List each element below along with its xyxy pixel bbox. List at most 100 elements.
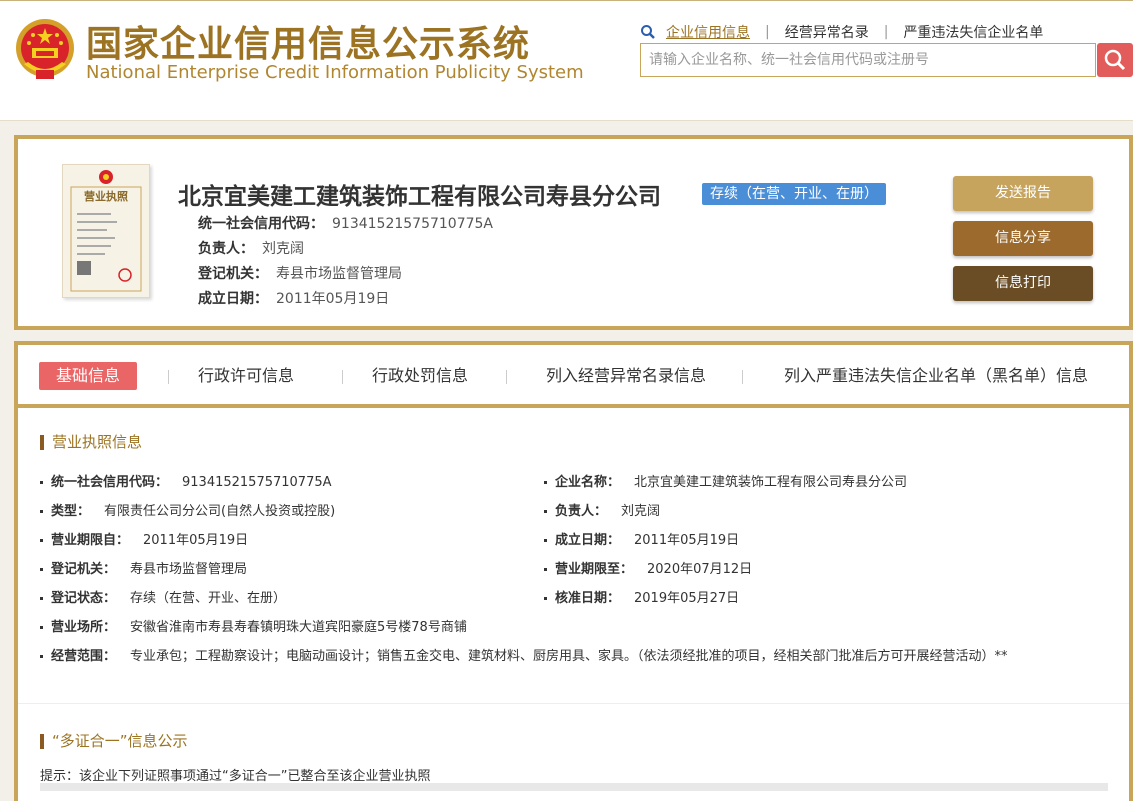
field-label: 负责人： (555, 504, 608, 519)
field-term-from: 营业期限自： 2011年05月19日 (40, 529, 248, 548)
bullet (544, 481, 547, 484)
info-label: 登记机关： (198, 266, 268, 282)
bullet (544, 568, 547, 571)
field-value: 专业承包；工程勘察设计；电脑动画设计；销售五金交电、建筑材料、厨房用具、家具。（… (130, 649, 1008, 664)
tab-separator (168, 370, 169, 384)
field-label: 经营范围： (51, 649, 117, 664)
field-established: 成立日期： 2011年05月19日 (544, 529, 739, 548)
nav-separator: | (765, 24, 770, 40)
tab-bar: 基础信息 行政许可信息 行政处罚信息 列入经营异常名录信息 列入严重违法失信企业… (18, 345, 1129, 403)
field-label: 登记状态： (51, 591, 117, 606)
send-report-button[interactable]: 发送报告 (953, 176, 1093, 211)
info-established: 成立日期： 2011年05月19日 (198, 288, 389, 308)
tab-basic-info[interactable]: 基础信息 (39, 362, 138, 390)
header-divider (0, 120, 1133, 121)
bullet (544, 539, 547, 542)
field-value: 刘克阔 (621, 504, 661, 519)
bullet (544, 597, 547, 600)
bullet (40, 626, 43, 629)
field-company-name: 企业名称： 北京宜美建工建筑装饰工程有限公司寿县分公司 (544, 471, 907, 490)
multi-cert-table-header (40, 783, 1108, 791)
search-button[interactable] (1097, 43, 1133, 77)
nav-link-abnormal-list[interactable]: 经营异常名录 (785, 22, 869, 42)
search-icon (1104, 49, 1126, 71)
share-info-button[interactable]: 信息分享 (953, 221, 1093, 256)
license-document-icon (70, 170, 142, 292)
info-value: 91341521575710775A (332, 216, 493, 232)
field-value: 2020年07月12日 (647, 562, 753, 577)
field-value: 北京宜美建工建筑装饰工程有限公司寿县分公司 (634, 475, 908, 490)
field-label: 营业期限自： (51, 533, 130, 548)
bullet (40, 597, 43, 600)
tab-abnormal-list[interactable]: 列入经营异常名录信息 (546, 362, 706, 390)
print-info-button[interactable]: 信息打印 (953, 266, 1093, 301)
info-principal: 负责人： 刘克阔 (198, 238, 304, 258)
field-value: 2011年05月19日 (634, 533, 740, 548)
magnifier-icon (641, 25, 655, 39)
site-title-en: National Enterprise Credit Information P… (86, 62, 584, 83)
business-license-image[interactable]: 营业执照 (62, 164, 150, 298)
field-value: 寿县市场监督管理局 (130, 562, 248, 577)
field-status: 登记状态： 存续（在营、开业、在册） (40, 587, 286, 606)
info-value: 2011年05月19日 (276, 291, 390, 307)
field-value: 2019年05月27日 (634, 591, 740, 606)
nav-link-credit-info[interactable]: 企业信用信息 (666, 22, 750, 42)
top-nav: 企业信用信息 | 经营异常名录 | 严重违法失信企业名单 (640, 22, 1043, 42)
bullet (40, 481, 43, 484)
bullet (40, 568, 43, 571)
section-title-license: 营业执照信息 (40, 435, 142, 450)
company-card: 营业执照 北京宜美建工建筑装饰工程有限公司寿县分公司 存续（在营、开业、在册） … (14, 135, 1133, 330)
field-label: 登记机关： (51, 562, 117, 577)
nav-link-blacklist[interactable]: 严重违法失信企业名单 (903, 22, 1043, 42)
bullet (40, 510, 43, 513)
field-label: 企业名称： (555, 475, 621, 490)
field-authority: 登记机关： 寿县市场监督管理局 (40, 558, 247, 577)
field-principal: 负责人： 刘克阔 (544, 500, 660, 519)
bullet (544, 510, 547, 513)
multi-cert-hint: 提示：该企业下列证照事项通过“多证合一”已整合至该企业营业执照 (40, 769, 431, 784)
company-name: 北京宜美建工建筑装饰工程有限公司寿县分公司 (178, 184, 661, 210)
field-value: 91341521575710775A (182, 475, 332, 490)
field-value: 安徽省淮南市寿县寿春镇明珠大道宾阳豪庭5号楼78号商铺 (130, 620, 467, 635)
tab-admin-penalty[interactable]: 行政处罚信息 (372, 362, 468, 390)
info-credit-code: 统一社会信用代码： 91341521575710775A (198, 213, 493, 233)
nav-separator: | (883, 24, 889, 40)
national-emblem-icon (16, 19, 74, 79)
field-value: 有限责任公司分公司(自然人投资或控股) (104, 504, 336, 519)
field-approval-date: 核准日期： 2019年05月27日 (544, 587, 739, 606)
field-label: 统一社会信用代码： (51, 475, 169, 490)
status-badge: 存续（在营、开业、在册） (702, 183, 886, 205)
field-value: 存续（在营、开业、在册） (130, 591, 287, 606)
info-authority: 登记机关： 寿县市场监督管理局 (198, 263, 402, 283)
field-business-scope: 经营范围： 专业承包；工程勘察设计；电脑动画设计；销售五金交电、建筑材料、厨房用具… (40, 645, 1008, 664)
tab-underline (18, 404, 1129, 408)
tab-separator (506, 370, 507, 384)
field-label: 营业期限至： (555, 562, 634, 577)
bullet (40, 539, 43, 542)
detail-panel: 基础信息 行政许可信息 行政处罚信息 列入经营异常名录信息 列入严重违法失信企业… (14, 341, 1133, 801)
tab-separator (742, 370, 743, 384)
tab-admin-license[interactable]: 行政许可信息 (198, 362, 294, 390)
field-value: 2011年05月19日 (143, 533, 249, 548)
tab-separator (342, 370, 343, 384)
info-label: 负责人： (198, 241, 254, 257)
field-credit-code: 统一社会信用代码： 91341521575710775A (40, 471, 332, 490)
search-input[interactable] (640, 43, 1096, 77)
field-term-to: 营业期限至： 2020年07月12日 (544, 558, 752, 577)
field-address: 营业场所： 安徽省淮南市寿县寿春镇明珠大道宾阳豪庭5号楼78号商铺 (40, 616, 467, 635)
field-label: 类型： (51, 504, 91, 519)
tab-blacklist[interactable]: 列入严重违法失信企业名单（黑名单）信息 (784, 362, 1088, 390)
field-label: 成立日期： (555, 533, 621, 548)
bullet (40, 655, 43, 658)
section-title-multi-cert: “多证合一”信息公示 (40, 734, 188, 749)
field-type: 类型： 有限责任公司分公司(自然人投资或控股) (40, 500, 335, 519)
section-divider (18, 703, 1129, 704)
info-value: 寿县市场监督管理局 (276, 266, 402, 282)
field-label: 营业场所： (51, 620, 117, 635)
site-header: 国家企业信用信息公示系统 National Enterprise Credit … (0, 0, 1133, 121)
info-label: 统一社会信用代码： (198, 216, 324, 232)
info-label: 成立日期： (198, 291, 268, 307)
site-title-cn: 国家企业信用信息公示系统 (86, 24, 531, 65)
info-value: 刘克阔 (262, 241, 304, 257)
field-label: 核准日期： (555, 591, 621, 606)
